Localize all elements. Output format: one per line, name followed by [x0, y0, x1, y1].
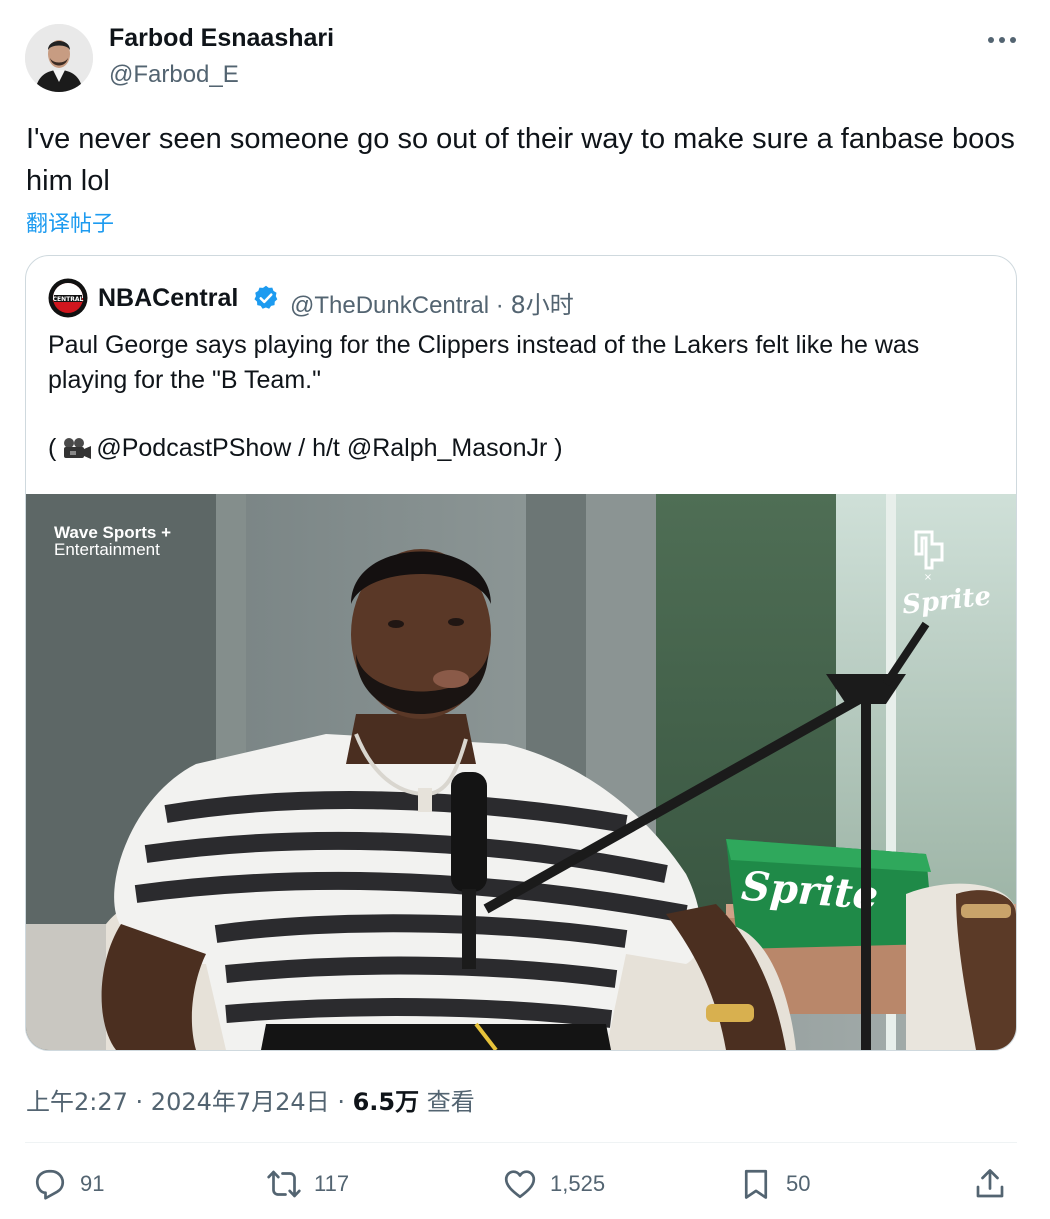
quoted-tweet-card[interactable]: CENTRAL NBACentral @TheDunkCentral · 8小时… — [25, 255, 1017, 1051]
credits-open-paren: ( — [48, 434, 57, 462]
tweet-text: I've never seen someone go so out of the… — [26, 123, 1015, 197]
verified-badge-icon — [252, 284, 280, 312]
credits-text[interactable]: @PodcastPShow / h/t @Ralph_MasonJr ) — [96, 431, 562, 466]
reply-button[interactable]: 91 — [32, 1166, 104, 1202]
watermark-line-2: Entertainment — [54, 540, 160, 559]
author-avatar[interactable] — [25, 24, 93, 92]
more-options-button[interactable] — [982, 26, 1022, 54]
video-player[interactable]: Sprite Wave Sports + Entertainment × Spr… — [26, 494, 1016, 1050]
share-icon — [976, 1169, 1004, 1198]
divider — [25, 1142, 1017, 1143]
bookmark-button[interactable]: 50 — [738, 1166, 810, 1202]
meta-sep-2: · — [329, 1088, 353, 1116]
share-button[interactable] — [972, 1166, 1008, 1202]
svg-text:CENTRAL: CENTRAL — [53, 296, 84, 303]
heart-icon — [504, 1170, 536, 1199]
retweet-button[interactable]: 117 — [266, 1166, 349, 1202]
quote-handle-time: @TheDunkCentral · 8小时 — [290, 285, 574, 320]
sprite-box: Sprite — [726, 839, 934, 949]
movie-camera-icon — [64, 437, 92, 459]
meta-sep: · — [127, 1088, 151, 1116]
quote-text: Paul George says playing for the Clipper… — [48, 331, 920, 394]
action-bar: 91 117 1,525 50 — [0, 1160, 1050, 1214]
like-count: 1,525 — [550, 1171, 606, 1196]
tweet-meta: 上午2:27 · 2024年7月24日 · 6.5万 查看 — [26, 1082, 475, 1117]
retweet-count: 117 — [314, 1171, 350, 1196]
translate-post-link[interactable]: 翻译帖子 — [26, 206, 114, 238]
quote-author-handle[interactable]: @TheDunkCentral — [290, 292, 489, 319]
video-watermark: Wave Sports + Entertainment — [54, 524, 171, 558]
more-horizontal-icon — [988, 37, 1016, 43]
bookmark-count: 50 — [786, 1171, 811, 1196]
nbacentral-logo-icon: CENTRAL — [48, 278, 88, 318]
reply-icon — [35, 1169, 65, 1200]
tweet-date[interactable]: 2024年7月24日 — [151, 1088, 330, 1116]
author-handle[interactable]: @Farbod_E — [109, 61, 239, 89]
quote-avatar[interactable]: CENTRAL — [48, 278, 88, 318]
quote-timestamp[interactable]: 8小时 — [510, 291, 573, 319]
views-count: 6.5万 — [352, 1088, 420, 1116]
author-avatar-image — [25, 24, 93, 92]
bookmark-icon — [744, 1169, 768, 1199]
watermark-line-1: Wave Sports + — [54, 523, 171, 542]
quote-separator: · — [489, 292, 511, 319]
retweet-icon — [267, 1170, 301, 1198]
svg-text:Sprite: Sprite — [740, 863, 880, 919]
views-label: 查看 — [419, 1088, 475, 1116]
quote-author-name[interactable]: NBACentral — [98, 284, 238, 313]
author-name[interactable]: Farbod Esnaashari — [109, 24, 334, 53]
quote-credits: ( @PodcastPShow / h/t @Ralph_MasonJr ) — [48, 431, 998, 466]
video-thumbnail: Sprite — [26, 494, 1016, 1050]
reply-count: 91 — [80, 1171, 105, 1196]
svg-text:×: × — [924, 572, 932, 583]
like-button[interactable]: 1,525 — [502, 1166, 605, 1202]
tweet-time[interactable]: 上午2:27 — [26, 1088, 128, 1116]
